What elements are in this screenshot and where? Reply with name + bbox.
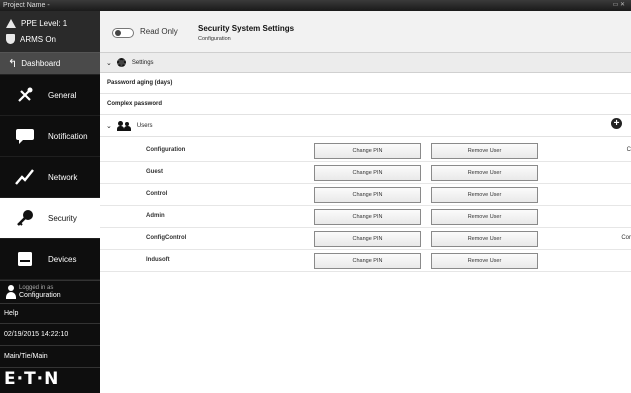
users-icon xyxy=(116,120,131,131)
logged-in-label: Logged in as xyxy=(19,285,54,291)
user-icon xyxy=(6,285,16,299)
collapse-chevron-icon: ⌄ xyxy=(106,59,112,67)
page-subtitle: Configuration xyxy=(198,36,231,42)
read-only-label: Read Only xyxy=(140,27,178,36)
setting-complex-password[interactable]: Complex password xyxy=(100,94,631,115)
change-pin-button[interactable]: Change PIN xyxy=(314,253,421,269)
status-panel: PPE Level: 1 ARMS On xyxy=(0,11,100,53)
page-title: Security System Settings xyxy=(198,24,295,33)
dashboard-label: Dashboard xyxy=(21,59,61,68)
back-arrow-icon: ↰ xyxy=(8,58,18,70)
users-section-label: Users xyxy=(136,122,153,129)
chat-bubble-icon xyxy=(14,127,36,145)
setting-label: Password aging (days) xyxy=(107,80,173,86)
add-user-icon[interactable]: + xyxy=(611,118,622,129)
warning-icon xyxy=(6,18,16,28)
table-row: Control Change PIN Remove User xyxy=(100,184,631,206)
settings-section-header[interactable]: ⌄ Settings xyxy=(100,53,631,73)
remove-user-button[interactable]: Remove User xyxy=(431,143,538,159)
sidebar-item-label: Notification xyxy=(48,131,88,141)
logged-in-user: Configuration xyxy=(19,292,61,299)
table-row: Configuration Change PIN Remove User C xyxy=(100,140,631,162)
change-pin-button[interactable]: Change PIN xyxy=(314,187,421,203)
window-controls[interactable]: ▭ ✕ xyxy=(613,0,625,11)
sidebar: PPE Level: 1 ARMS On ↰ Dashboard General xyxy=(0,11,100,393)
remove-user-button[interactable]: Remove User xyxy=(431,165,538,181)
collapse-chevron-icon: ⌄ xyxy=(106,122,112,130)
ppe-level-text: PPE Level: 1 xyxy=(21,18,68,28)
sidebar-item-label: Devices xyxy=(48,254,77,264)
sidebar-item-network[interactable]: Network xyxy=(0,157,100,198)
remove-user-button[interactable]: Remove User xyxy=(431,209,538,225)
table-row: Guest Change PIN Remove User xyxy=(100,162,631,184)
table-row: ConfigControl Change PIN Remove User Cor xyxy=(100,228,631,250)
table-row: Indusoft Change PIN Remove User xyxy=(100,250,631,272)
dashboard-button[interactable]: ↰ Dashboard xyxy=(0,53,100,75)
sidebar-item-label: Security xyxy=(48,213,77,223)
key-icon xyxy=(14,209,36,227)
setting-label: Complex password xyxy=(107,101,163,107)
devices-icon xyxy=(14,250,36,268)
setting-password-aging[interactable]: Password aging (days) xyxy=(100,73,631,94)
user-name: Indusoft xyxy=(146,257,170,263)
table-row: Admin Change PIN Remove User xyxy=(100,206,631,228)
location-path: Main/Tie/Main xyxy=(0,346,100,368)
arms-status: ARMS On xyxy=(6,31,94,47)
datetime-display: 02/19/2015 14:22:10 xyxy=(0,324,100,346)
gear-icon xyxy=(116,58,126,67)
arms-text: ARMS On xyxy=(20,34,57,44)
help-link[interactable]: Help xyxy=(0,304,100,324)
sidebar-item-label: General xyxy=(48,90,77,100)
remove-user-button[interactable]: Remove User xyxy=(431,231,538,247)
tools-icon xyxy=(14,86,36,104)
toggle-knob xyxy=(115,30,121,36)
remove-user-button[interactable]: Remove User xyxy=(431,187,538,203)
sidebar-item-label: Network xyxy=(48,172,78,182)
eaton-logo: E·T·N xyxy=(4,369,60,389)
network-icon xyxy=(14,168,36,186)
window-title-bar: Project Name - ▭ ✕ xyxy=(0,0,631,11)
shield-icon xyxy=(6,34,15,44)
page-header: Read Only Security System Settings Confi… xyxy=(100,11,631,53)
user-name: Admin xyxy=(146,213,165,219)
logged-in-indicator: Logged in as Configuration xyxy=(0,280,100,304)
read-only-toggle[interactable] xyxy=(112,28,134,38)
ppe-level-status: PPE Level: 1 xyxy=(6,15,94,31)
user-name: Guest xyxy=(146,169,164,175)
window-title: Project Name - xyxy=(3,2,50,9)
settings-section-label: Settings xyxy=(131,59,154,66)
user-name: ConfigControl xyxy=(146,235,187,241)
sidebar-item-general[interactable]: General xyxy=(0,75,100,116)
change-pin-button[interactable]: Change PIN xyxy=(314,143,421,159)
sidebar-item-notification[interactable]: Notification xyxy=(0,116,100,157)
user-name: Configuration xyxy=(146,147,186,153)
change-pin-button[interactable]: Change PIN xyxy=(314,231,421,247)
users-section-header[interactable]: ⌄ Users + xyxy=(100,115,631,137)
change-pin-button[interactable]: Change PIN xyxy=(314,209,421,225)
user-name: Control xyxy=(146,191,168,197)
sidebar-item-security[interactable]: Security xyxy=(0,198,100,239)
app-window: Project Name - ▭ ✕ PPE Level: 1 ARMS On … xyxy=(0,0,631,393)
truncated-cell: Cor xyxy=(621,235,631,241)
truncated-cell: C xyxy=(626,147,631,153)
remove-user-button[interactable]: Remove User xyxy=(431,253,538,269)
sidebar-item-devices[interactable]: Devices xyxy=(0,239,100,280)
change-pin-button[interactable]: Change PIN xyxy=(314,165,421,181)
